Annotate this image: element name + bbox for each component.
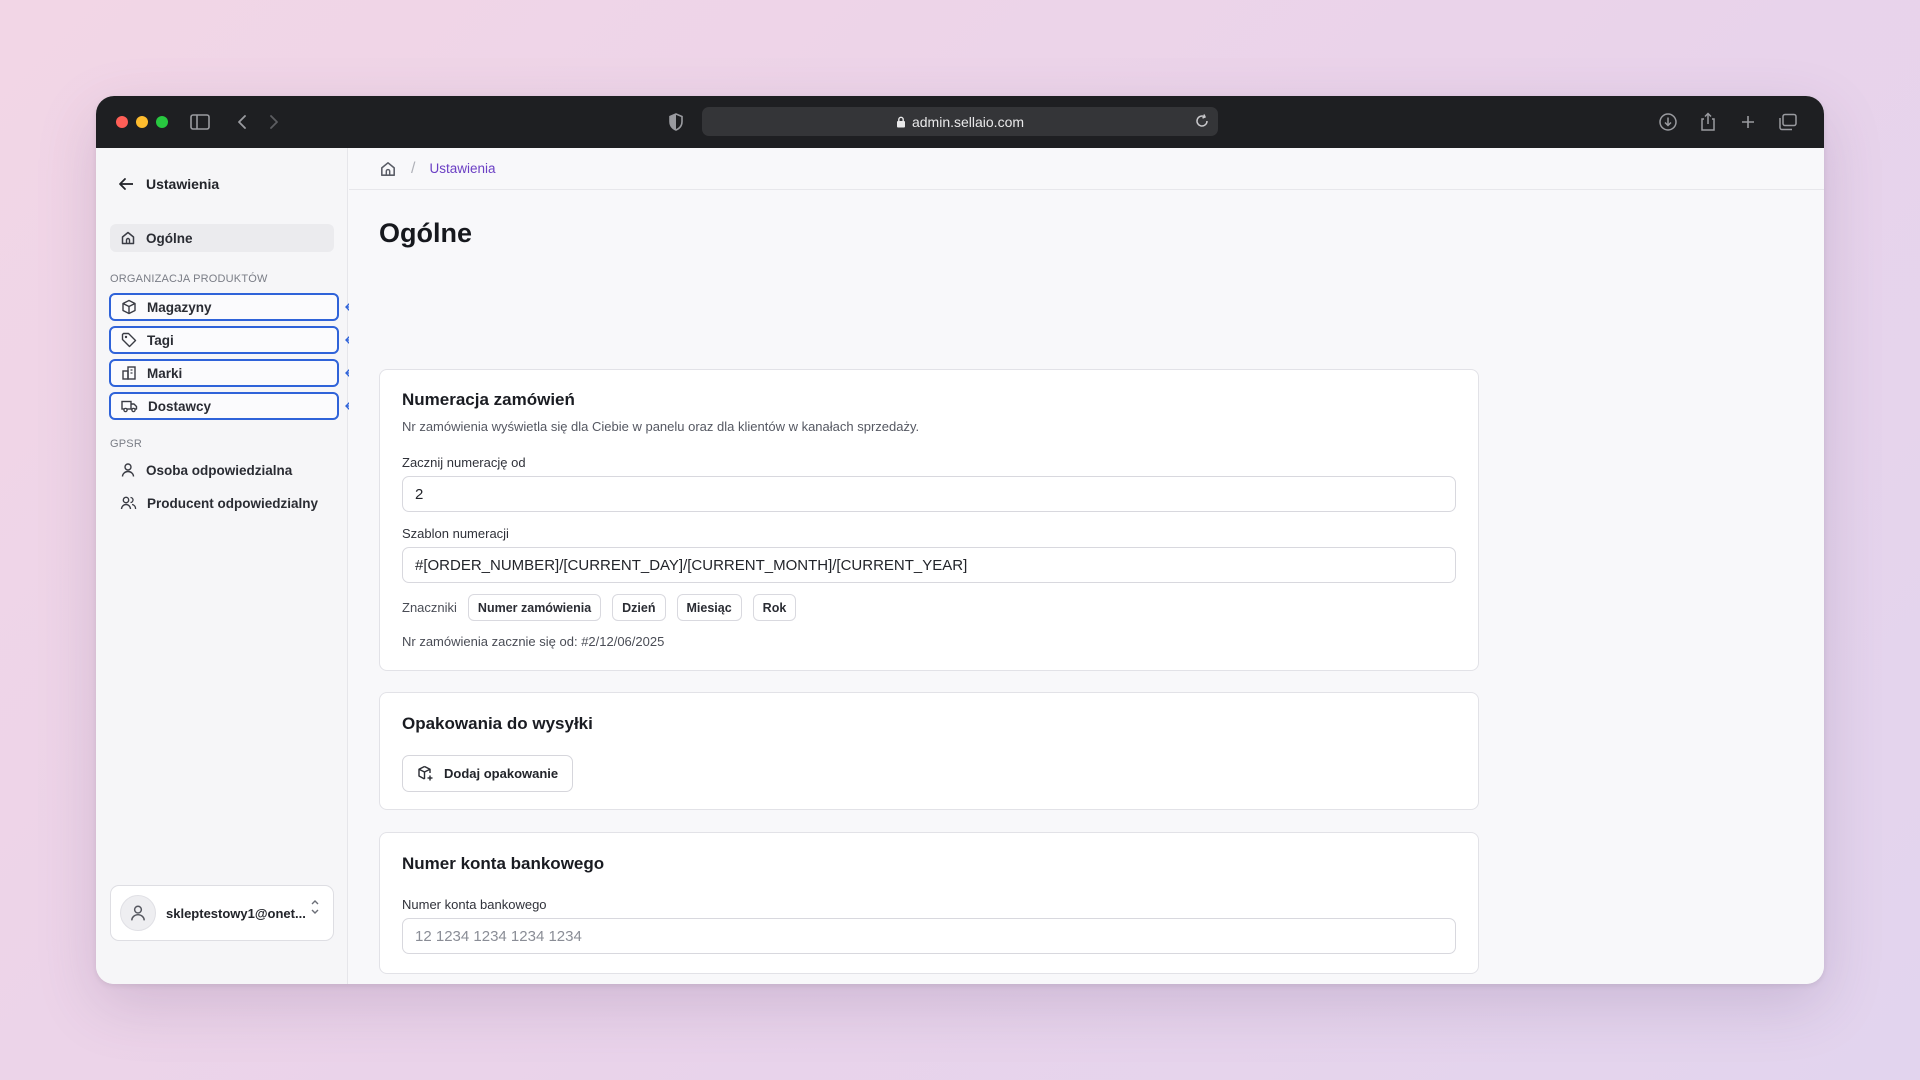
forward-nav-icon[interactable] — [262, 110, 286, 134]
back-label: Ustawienia — [146, 176, 220, 192]
zoom-window-button[interactable] — [156, 116, 168, 128]
sidebar-item-label: Marki — [147, 365, 183, 381]
card-title: Opakowania do wysyłki — [402, 714, 593, 733]
field-label: Numer konta bankowego — [402, 897, 547, 912]
tags-label: Znaczniki — [402, 600, 457, 615]
package-icon — [122, 299, 136, 315]
sidebar-item-label: Ogólne — [146, 230, 193, 246]
numbering-preview: Nr zamówienia zacznie się od: #2/12/06/2… — [402, 634, 665, 649]
tab-overview-icon[interactable] — [1776, 110, 1800, 134]
package-plus-icon — [418, 765, 433, 781]
tag-chip-month[interactable]: Miesiąc — [676, 594, 742, 621]
minimize-window-button[interactable] — [136, 116, 148, 128]
card-title: Numeracja zamówień — [402, 390, 575, 409]
button-label: Dodaj opakowanie — [444, 766, 559, 781]
field-label: Zacznij numerację od — [402, 455, 526, 470]
new-tab-icon[interactable] — [1736, 110, 1760, 134]
sidebar-item-label: Producent odpowiedzialny — [147, 495, 319, 511]
page-title: Ogólne — [379, 218, 472, 248]
chevron-up-down-icon — [311, 900, 319, 914]
sidebar-item-general[interactable]: Ogólne — [110, 224, 334, 252]
sidebar-item-label: Tagi — [147, 332, 174, 348]
users-icon — [120, 496, 137, 510]
order-numbering-card: Numeracja zamówień Nr zamówienia wyświet… — [379, 369, 1479, 671]
breadcrumb-separator: / — [411, 159, 416, 177]
download-icon[interactable] — [1656, 110, 1680, 134]
user-icon — [131, 905, 145, 921]
section-label-products: ORGANIZACJA PRODUKTÓW — [110, 273, 268, 285]
sidebar-item-responsible-producer[interactable]: Producent odpowiedzialny — [110, 489, 334, 517]
tag-chip-day[interactable]: Dzień — [612, 594, 666, 621]
lock-icon — [896, 116, 905, 127]
template-tags-row: Znaczniki Numer zamówienia Dzień Miesiąc… — [402, 594, 797, 621]
user-email: skleptestowy1@onet... — [166, 905, 306, 921]
sidebar-item-tags[interactable]: Tagi — [109, 326, 339, 354]
add-packaging-button[interactable]: Dodaj opakowanie — [402, 755, 574, 792]
sidebar-item-suppliers[interactable]: Dostawcy — [109, 392, 339, 420]
settings-sidebar: Ustawienia Ogólne ORGANIZACJA PRODUKTÓW … — [96, 148, 382, 984]
browser-titlebar: admin.sellaio.com — [96, 96, 1824, 148]
tag-chip-order-number[interactable]: Numer zamówienia — [467, 594, 602, 621]
browser-window: admin.sellaio.com Ustawienia Ogólne ORGA… — [96, 96, 1824, 984]
sidebar-item-responsible-person[interactable]: Osoba odpowiedzialna — [110, 456, 334, 484]
back-to-settings[interactable]: Ustawienia — [118, 176, 219, 192]
card-description: Nr zamówienia wyświetla się dla Ciebie w… — [402, 419, 920, 434]
bank-account-input[interactable] — [402, 918, 1456, 954]
url-text: admin.sellaio.com — [911, 113, 1025, 130]
section-label-gpsr: GPSR — [110, 438, 142, 450]
card-title: Numer konta bankowego — [402, 854, 605, 873]
tag-chip-year[interactable]: Rok — [752, 594, 797, 621]
truck-icon — [121, 400, 138, 413]
sidebar-item-label: Osoba odpowiedzialna — [146, 462, 293, 478]
shipping-packaging-card: Opakowania do wysyłki Dodaj opakowanie — [379, 692, 1479, 810]
start-number-input[interactable] — [402, 476, 1456, 512]
close-window-button[interactable] — [116, 116, 128, 128]
bank-account-card: Numer konta bankowego Numer konta bankow… — [379, 832, 1479, 974]
reload-icon[interactable] — [1194, 113, 1210, 129]
home-icon[interactable] — [379, 160, 397, 178]
numbering-template-input[interactable] — [402, 547, 1456, 583]
main-content: / Ustawienia Ogólne Numeracja zamówień N… — [349, 148, 1824, 984]
arrow-left-icon — [119, 178, 133, 190]
sidebar-toggle-icon[interactable] — [188, 110, 212, 134]
building-icon — [122, 366, 136, 380]
tag-icon — [121, 332, 137, 348]
address-bar[interactable]: admin.sellaio.com — [702, 107, 1218, 136]
avatar — [120, 895, 156, 931]
back-nav-icon[interactable] — [230, 110, 254, 134]
user-icon — [121, 463, 135, 477]
sidebar-item-label: Magazyny — [147, 299, 212, 315]
window-controls — [116, 116, 168, 128]
breadcrumb-current[interactable]: Ustawienia — [429, 161, 495, 176]
sidebar-item-warehouses[interactable]: Magazyny — [109, 293, 339, 321]
sidebar-item-label: Dostawcy — [148, 398, 212, 414]
field-label: Szablon numeracji — [402, 526, 509, 541]
sidebar-item-brands[interactable]: Marki — [109, 359, 339, 387]
breadcrumb: / Ustawienia — [349, 148, 1824, 190]
home-icon — [121, 231, 135, 245]
account-switcher[interactable]: skleptestowy1@onet... — [110, 885, 334, 941]
share-icon[interactable] — [1696, 110, 1720, 134]
shield-icon[interactable] — [664, 110, 688, 134]
